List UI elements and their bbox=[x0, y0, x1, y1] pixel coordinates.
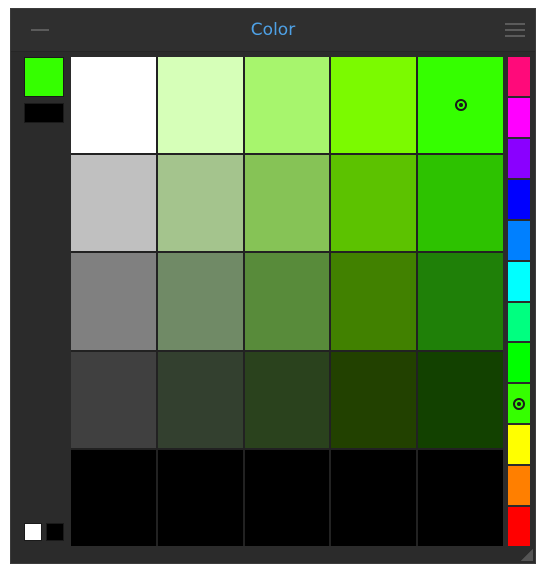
menu-icon[interactable] bbox=[505, 23, 525, 37]
palette-cell[interactable] bbox=[157, 449, 243, 546]
palette-cell[interactable] bbox=[244, 351, 330, 448]
panel-title: Color bbox=[250, 20, 296, 40]
palette-cell[interactable] bbox=[157, 155, 243, 252]
palette-cell[interactable] bbox=[244, 253, 330, 350]
hue-swatch[interactable] bbox=[508, 507, 530, 547]
default-white-swatch[interactable] bbox=[24, 523, 42, 541]
background-color-swatch[interactable] bbox=[24, 103, 64, 123]
default-black-swatch[interactable] bbox=[46, 523, 64, 541]
palette-cell[interactable] bbox=[418, 253, 503, 350]
hue-selection-marker-icon bbox=[513, 397, 525, 410]
hue-swatch[interactable] bbox=[508, 343, 530, 383]
palette-cell[interactable] bbox=[157, 253, 243, 350]
color-swatch-column bbox=[24, 57, 68, 549]
palette-cell[interactable] bbox=[331, 155, 417, 252]
color-panel: Color bbox=[10, 8, 536, 564]
hue-swatch[interactable] bbox=[508, 97, 530, 137]
palette-cell[interactable] bbox=[418, 449, 503, 546]
palette-cell[interactable] bbox=[244, 57, 330, 154]
palette-cell[interactable] bbox=[331, 57, 417, 154]
palette-cell[interactable] bbox=[244, 155, 330, 252]
palette-cell[interactable] bbox=[157, 57, 243, 154]
palette-cell[interactable] bbox=[157, 351, 243, 448]
palette-cell[interactable] bbox=[418, 155, 503, 252]
hue-swatch[interactable] bbox=[508, 466, 530, 506]
palette-cell[interactable] bbox=[331, 351, 417, 448]
selection-marker-icon bbox=[454, 99, 467, 112]
palette-cell[interactable] bbox=[418, 57, 503, 154]
foreground-color-swatch[interactable] bbox=[24, 57, 64, 97]
hue-swatch[interactable] bbox=[508, 138, 530, 178]
palette-cell[interactable] bbox=[418, 351, 503, 448]
palette-cell[interactable] bbox=[331, 253, 417, 350]
palette-cell[interactable] bbox=[71, 253, 156, 350]
palette-cell[interactable] bbox=[71, 57, 156, 154]
hue-swatch[interactable] bbox=[508, 220, 530, 260]
hue-swatch[interactable] bbox=[508, 179, 530, 219]
color-palette-grid bbox=[71, 57, 503, 546]
hue-strip bbox=[508, 57, 530, 547]
resize-grip-icon[interactable] bbox=[521, 549, 533, 561]
palette-cell[interactable] bbox=[331, 449, 417, 546]
palette-cell[interactable] bbox=[71, 155, 156, 252]
palette-cell[interactable] bbox=[71, 351, 156, 448]
palette-cell[interactable] bbox=[71, 449, 156, 546]
panel-titlebar[interactable]: Color bbox=[11, 9, 535, 52]
hue-swatch[interactable] bbox=[508, 261, 530, 301]
hue-swatch[interactable] bbox=[508, 425, 530, 465]
hue-swatch[interactable] bbox=[508, 384, 530, 424]
palette-cell[interactable] bbox=[244, 449, 330, 546]
hue-swatch[interactable] bbox=[508, 302, 530, 342]
hue-swatch[interactable] bbox=[508, 57, 530, 96]
